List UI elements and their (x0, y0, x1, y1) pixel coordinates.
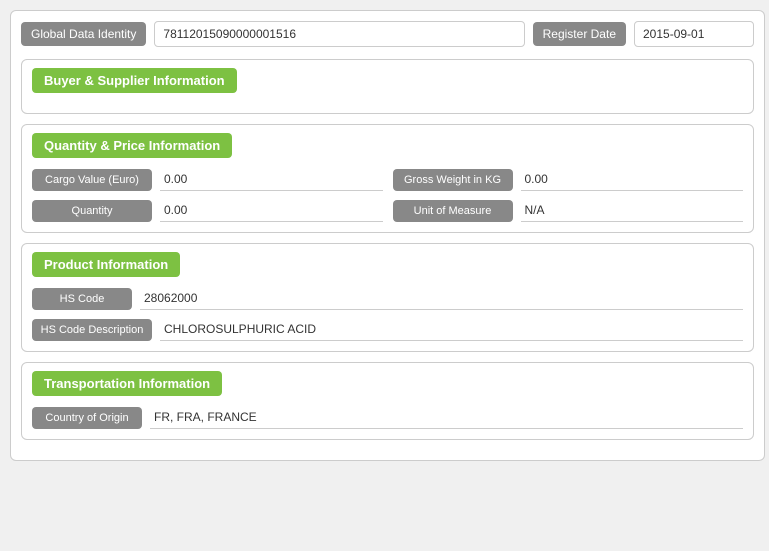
hs-code-desc-value: CHLOROSULPHURIC ACID (160, 318, 743, 341)
identity-row: Global Data Identity 7811201509000000151… (21, 21, 754, 47)
country-origin-row: Country of Origin FR, FRA, FRANCE (32, 406, 743, 429)
quantity-price-section: Quantity & Price Information Cargo Value… (21, 124, 754, 233)
quantity-price-row1: Cargo Value (Euro) 0.00 Gross Weight in … (32, 168, 743, 191)
product-header: Product Information (32, 252, 180, 277)
gdi-value: 78112015090000001516 (154, 21, 524, 47)
register-date-value: 2015-09-01 (634, 21, 754, 47)
country-origin-label: Country of Origin (32, 407, 142, 429)
cargo-value-label: Cargo Value (Euro) (32, 169, 152, 191)
gross-weight-value: 0.00 (521, 168, 744, 191)
hs-code-value: 28062000 (140, 287, 743, 310)
country-origin-value: FR, FRA, FRANCE (150, 406, 743, 429)
buyer-supplier-header: Buyer & Supplier Information (32, 68, 237, 93)
cargo-value-col: Cargo Value (Euro) 0.00 (32, 168, 383, 191)
transportation-header: Transportation Information (32, 371, 222, 396)
hs-code-desc-label: HS Code Description (32, 319, 152, 341)
gross-weight-label: Gross Weight in KG (393, 169, 513, 191)
hs-code-row: HS Code 28062000 (32, 287, 743, 310)
quantity-label: Quantity (32, 200, 152, 222)
quantity-value: 0.00 (160, 199, 383, 222)
register-date-label: Register Date (533, 22, 626, 46)
hs-code-label: HS Code (32, 288, 132, 310)
quantity-price-header: Quantity & Price Information (32, 133, 232, 158)
quantity-col: Quantity 0.00 (32, 199, 383, 222)
hs-code-desc-row: HS Code Description CHLOROSULPHURIC ACID (32, 318, 743, 341)
gdi-label: Global Data Identity (21, 22, 146, 46)
gross-weight-col: Gross Weight in KG 0.00 (393, 168, 744, 191)
unit-of-measure-value: N/A (521, 199, 744, 222)
product-section: Product Information HS Code 28062000 HS … (21, 243, 754, 352)
main-container: Global Data Identity 7811201509000000151… (10, 10, 765, 461)
cargo-value: 0.00 (160, 168, 383, 191)
quantity-price-row2: Quantity 0.00 Unit of Measure N/A (32, 199, 743, 222)
unit-of-measure-label: Unit of Measure (393, 200, 513, 222)
unit-of-measure-col: Unit of Measure N/A (393, 199, 744, 222)
transportation-section: Transportation Information Country of Or… (21, 362, 754, 440)
buyer-supplier-section: Buyer & Supplier Information (21, 59, 754, 114)
